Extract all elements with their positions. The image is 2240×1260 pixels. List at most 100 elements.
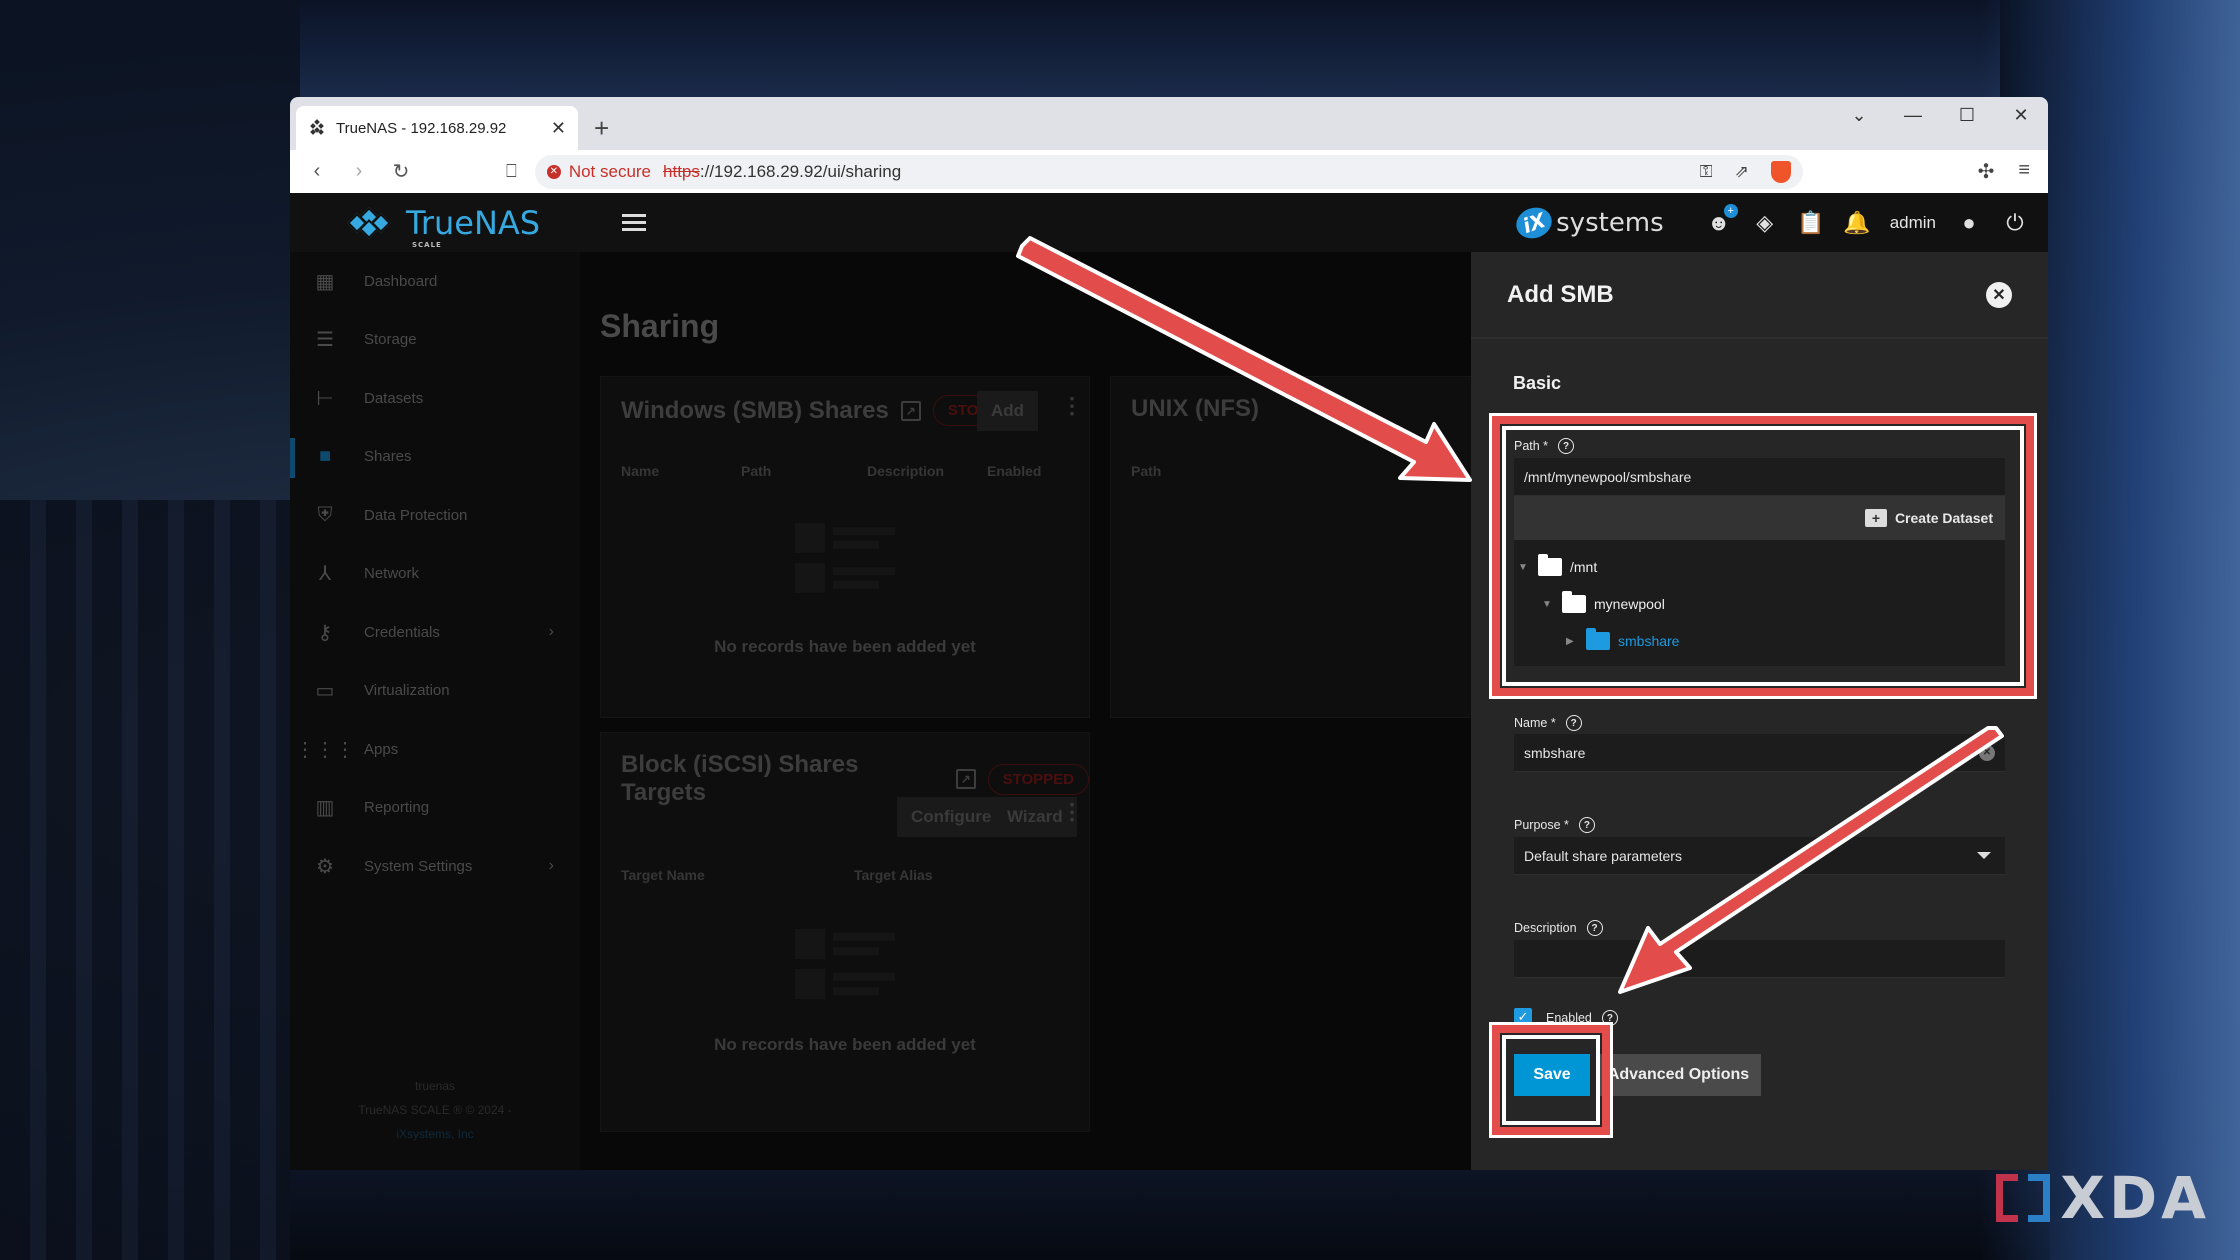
- clear-input-icon[interactable]: ✕: [1979, 744, 1995, 761]
- panel-title: Add SMB: [1507, 280, 1614, 308]
- sidebar-item-label: Dashboard: [364, 272, 438, 290]
- bookmark-icon[interactable]: ⎕: [506, 161, 517, 182]
- menu-toggle-icon[interactable]: [622, 210, 647, 235]
- main-content: Sharing Windows (SMB) Shares ↗ STOPPED A…: [580, 252, 1490, 1170]
- name-label: Name *?: [1514, 715, 1582, 731]
- configure-button[interactable]: Configure: [897, 797, 1006, 837]
- xda-logo-text: XDA: [2060, 1164, 2210, 1232]
- partner-name: systems: [1556, 207, 1664, 238]
- datasets-icon: ⊢: [316, 387, 334, 410]
- sidebar-item-label: Data Protection: [364, 506, 468, 524]
- storage-icon: ☰: [316, 329, 334, 352]
- forward-icon[interactable]: ›: [342, 160, 376, 183]
- sidebar-item-storage[interactable]: ☰ Storage: [290, 311, 580, 370]
- minimize-icon[interactable]: —: [1886, 105, 1940, 126]
- maximize-icon[interactable]: ☐: [1940, 105, 1994, 126]
- browser-toolbar-right: ✣ ≡: [1978, 159, 2038, 184]
- company-link[interactable]: iXsystems, Inc: [290, 1122, 580, 1146]
- user-name[interactable]: admin: [1890, 213, 1936, 233]
- password-key-icon[interactable]: ⚿: [1700, 162, 1713, 182]
- url-field[interactable]: ✕ Not secure https://192.168.29.92/ui/sh…: [534, 154, 1803, 189]
- address-bar: ‹ › ↻ ⎕ ✕ Not secure https://192.168.29.…: [290, 150, 2048, 193]
- close-window-icon[interactable]: ✕: [1994, 105, 2048, 126]
- column-header[interactable]: Target Alias: [854, 867, 933, 883]
- smb-shares-card: Windows (SMB) Shares ↗ STOPPED Add ⋮ Nam…: [600, 376, 1090, 718]
- column-header[interactable]: Description: [867, 463, 944, 479]
- column-header[interactable]: Enabled: [987, 463, 1041, 479]
- account-icon[interactable]: ●: [1956, 210, 1982, 236]
- network-icon: ⅄: [318, 563, 332, 586]
- enabled-checkbox[interactable]: ✓: [1514, 1008, 1532, 1026]
- empty-message: No records have been added yet: [714, 637, 976, 656]
- chevron-right-icon: ›: [548, 623, 554, 641]
- sidebar-item-datasets[interactable]: ⊢ Datasets: [290, 369, 580, 428]
- empty-table-icon: [795, 523, 895, 593]
- jobs-clipboard-icon[interactable]: 📋: [1797, 210, 1824, 236]
- ixsystems-logo[interactable]: iX systems: [1512, 202, 1664, 243]
- sidebar-item-system-settings[interactable]: ⚙ System Settings ›: [290, 837, 580, 896]
- power-icon[interactable]: ⏻: [2002, 210, 2028, 236]
- smb-card-title: Windows (SMB) Shares: [621, 396, 889, 424]
- dashboard-icon: ▦: [315, 270, 335, 293]
- brave-shields-icon[interactable]: [1770, 160, 1791, 183]
- sidebar-item-label: Datasets: [364, 389, 424, 407]
- description-input[interactable]: [1514, 940, 2005, 978]
- truenas-logo[interactable]: TrueNAS SCALE: [346, 203, 541, 249]
- external-link-icon[interactable]: ↗: [900, 400, 921, 421]
- advanced-options-button[interactable]: Advanced Options: [1596, 1054, 1761, 1096]
- description-label: Description?: [1514, 920, 1603, 936]
- nfs-card-title: UNIX (NFS): [1131, 395, 1259, 422]
- purpose-select[interactable]: Default share parameters: [1514, 837, 2005, 875]
- hostname: truenas: [414, 1079, 456, 1093]
- tab-close-icon[interactable]: ✕: [551, 118, 566, 139]
- tab-bar: TrueNAS - 192.168.29.92 ✕ + ⌄ — ☐ ✕: [290, 97, 2048, 150]
- empty-message: No records have been added yet: [714, 1035, 976, 1054]
- xda-bracket-right-icon: [2028, 1174, 2051, 1222]
- reload-icon[interactable]: ↻: [384, 159, 418, 184]
- close-panel-icon[interactable]: ✕: [1986, 282, 2012, 308]
- header-actions: iX systems ☻ + ◈ 📋 🔔 admin ● ⏻: [1512, 193, 2028, 252]
- add-smb-button[interactable]: Add: [977, 391, 1039, 431]
- more-options-icon[interactable]: ⋮: [1061, 393, 1083, 419]
- sidebar-item-shares[interactable]: ■ Shares: [290, 428, 580, 487]
- security-indicator[interactable]: ✕ Not secure: [546, 162, 651, 182]
- reporting-chart-icon: ▥: [315, 797, 335, 820]
- sidebar-item-credentials[interactable]: ⚷ Credentials ›: [290, 603, 580, 662]
- back-icon[interactable]: ‹: [300, 160, 334, 183]
- column-header[interactable]: Path: [1131, 463, 1161, 479]
- help-icon[interactable]: ?: [1565, 715, 1582, 731]
- url-actions: ⚿ ⇗: [1700, 160, 1791, 183]
- sidebar-item-dashboard[interactable]: ▦ Dashboard: [290, 252, 580, 311]
- notifications-bell-icon[interactable]: 🔔: [1843, 210, 1870, 236]
- browser-menu-icon[interactable]: ≡: [2018, 159, 2030, 184]
- sidebar-item-label: Apps: [364, 740, 399, 758]
- share-icon[interactable]: ⇗: [1735, 162, 1749, 182]
- help-icon[interactable]: ?: [1601, 1010, 1618, 1026]
- sidebar-item-network[interactable]: ⅄ Network: [290, 545, 580, 604]
- copyright: TrueNAS SCALE ® © 2024 -: [358, 1103, 512, 1117]
- truecommand-icon[interactable]: ◈: [1752, 210, 1778, 236]
- tab-title: TrueNAS - 192.168.29.92: [336, 119, 507, 137]
- sidebar-item-reporting[interactable]: ▥ Reporting: [290, 779, 580, 838]
- sidebar-item-virtualization[interactable]: ▭ Virtualization: [290, 662, 580, 721]
- column-header[interactable]: Name: [621, 463, 659, 479]
- browser-tab[interactable]: TrueNAS - 192.168.29.92 ✕: [296, 106, 578, 150]
- help-icon[interactable]: ?: [1578, 817, 1595, 833]
- tab-search-chevron-icon[interactable]: ⌄: [1832, 105, 1886, 126]
- new-tab-button[interactable]: +: [594, 113, 609, 144]
- shares-folder-icon: ■: [318, 445, 332, 468]
- brand-name: TrueNAS SCALE: [406, 203, 541, 249]
- name-input[interactable]: smbshare ✕: [1514, 734, 2005, 772]
- external-link-icon[interactable]: ↗: [955, 769, 976, 789]
- feedback-icon[interactable]: ☻ +: [1706, 203, 1738, 236]
- warning-icon: ✕: [546, 164, 561, 179]
- more-options-icon[interactable]: ⋮: [1061, 799, 1083, 825]
- panel-header: Add SMB ✕: [1471, 252, 2048, 339]
- column-header[interactable]: Path: [741, 463, 771, 479]
- extensions-puzzle-icon[interactable]: ✣: [1978, 159, 1995, 184]
- sidebar-item-apps[interactable]: ⋮⋮⋮ Apps: [290, 720, 580, 779]
- help-icon[interactable]: ?: [1586, 920, 1603, 936]
- section-title: Basic: [1513, 373, 1562, 393]
- column-header[interactable]: Target Name: [621, 867, 705, 883]
- sidebar-item-data-protection[interactable]: ⛨ Data Protection: [290, 486, 580, 545]
